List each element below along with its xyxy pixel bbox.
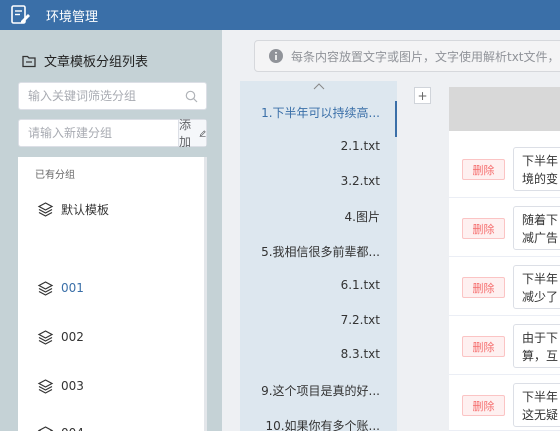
group-item-002[interactable]: 002 [37, 327, 84, 347]
group-item-default[interactable]: 默认模板 [37, 199, 109, 219]
text-line: 减少了 [522, 290, 559, 304]
text-line: 算，互 [522, 349, 559, 363]
text-line: 由于下 [522, 331, 559, 345]
content-row: 删除 随着下 减广告 [449, 198, 560, 257]
folder-icon [22, 55, 36, 67]
active-tab-indicator [395, 101, 397, 137]
info-icon [269, 49, 283, 63]
text-line: 下半年 [522, 154, 559, 168]
group-filter-input[interactable] [19, 83, 179, 109]
search-icon[interactable] [185, 90, 198, 103]
add-group-button[interactable]: 添加 [178, 118, 207, 149]
group-label: 003 [61, 379, 84, 393]
file-tab-list: 1.下半年可以持续高... 2.1.txt 3.2.txt 4.图片 5.我相信… [240, 81, 397, 431]
group-filter-field[interactable] [18, 82, 207, 110]
group-label: 默认模板 [61, 202, 110, 217]
content-row: 删除 下半年 这无疑 [449, 375, 560, 431]
text-line: 境的变 [522, 172, 559, 186]
group-item-001[interactable]: 001 [37, 278, 84, 298]
text-line: 这无疑 [522, 408, 559, 422]
content-row: 删除 下半年 境的变 [449, 139, 560, 198]
sidebar-title: 文章模板分组列表 [44, 55, 149, 70]
text-content-box[interactable]: 下半年 境的变 [513, 147, 560, 191]
new-group-field: 添加 [18, 118, 207, 149]
layers-icon [37, 329, 54, 345]
text-content-box[interactable]: 下半年 这无疑 [513, 383, 560, 427]
chevron-up-icon[interactable] [312, 82, 326, 91]
notice-text: 每条内容放置文字或图片，文字使用解析txt文件， [291, 49, 560, 64]
content-header [449, 87, 560, 131]
text-line: 随着下 [522, 213, 559, 227]
group-item-003[interactable]: 003 [37, 376, 84, 396]
group-label: 001 [61, 281, 84, 295]
group-label: 004 [61, 426, 84, 431]
info-notice: 每条内容放置文字或图片，文字使用解析txt文件， [254, 40, 560, 72]
file-tab-7[interactable]: 7.2.txt [341, 313, 380, 327]
file-tab-10[interactable]: 10.如果你有多个账... [265, 417, 380, 431]
groups-caption: 已有分组 [35, 170, 75, 181]
group-item-004[interactable]: 004 [37, 423, 84, 431]
delete-button[interactable]: 删除 [462, 336, 505, 357]
content-row: 删除 下半年 减少了 [449, 257, 560, 316]
file-tab-1[interactable]: 1.下半年可以持续高... [261, 104, 380, 121]
group-list: 已有分组 默认模板 001 002 003 [18, 157, 204, 431]
file-tab-9[interactable]: 9.这个项目是真的好... [261, 382, 380, 399]
pencil-icon [199, 129, 206, 137]
add-group-label: 添加 [179, 118, 192, 149]
file-tab-8[interactable]: 8.3.txt [341, 347, 380, 361]
group-list-scrollbar[interactable] [204, 157, 207, 431]
delete-button[interactable]: 删除 [462, 159, 505, 180]
text-line: 减广告 [522, 231, 559, 245]
layers-icon [37, 280, 54, 296]
new-group-input[interactable] [19, 120, 178, 146]
file-tab-5[interactable]: 5.我相信很多前辈都... [261, 243, 380, 260]
title-bar: 环境管理 [0, 0, 560, 30]
delete-button[interactable]: 删除 [462, 277, 505, 298]
text-content-box[interactable]: 由于下 算，互 [513, 324, 560, 368]
text-content-box[interactable]: 随着下 减广告 [513, 206, 560, 250]
document-edit-icon [11, 5, 30, 24]
text-line: 下半年 [522, 272, 559, 286]
layers-icon [37, 378, 54, 394]
app-title: 环境管理 [46, 10, 99, 25]
sidebar-header: 文章模板分组列表 [22, 51, 148, 70]
file-tab-3[interactable]: 3.2.txt [341, 174, 380, 188]
text-line: 下半年 [522, 390, 559, 404]
add-tab-button[interactable]: + [414, 87, 431, 104]
delete-button[interactable]: 删除 [462, 395, 505, 416]
file-tab-4[interactable]: 4.图片 [345, 208, 380, 225]
content-row: 删除 由于下 算，互 [449, 316, 560, 375]
layers-icon [37, 201, 54, 217]
file-tab-6[interactable]: 6.1.txt [341, 278, 380, 292]
layers-icon [37, 425, 54, 431]
group-label: 002 [61, 330, 84, 344]
delete-button[interactable]: 删除 [462, 218, 505, 239]
text-content-box[interactable]: 下半年 减少了 [513, 265, 560, 309]
file-tab-2[interactable]: 2.1.txt [341, 139, 380, 153]
